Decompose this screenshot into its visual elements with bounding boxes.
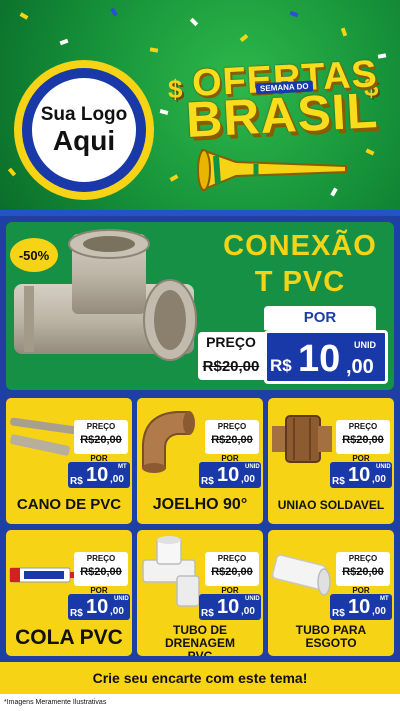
preco-label: PREÇO [348,554,378,563]
preco-label: PREÇO [86,422,116,431]
old-price: R$20,00 [211,566,253,578]
product-name: CANO DE PVC [16,496,122,513]
old-price: R$20,00 [342,434,384,446]
confetti [19,12,29,20]
confetti [239,33,249,43]
old-price: R$20,00 [342,566,384,578]
price-int: 10 [86,464,109,486]
confetti [289,10,299,18]
featured-price-int: 10 [298,338,341,380]
old-price: R$20,00 [80,434,122,446]
preco-label: PREÇO [217,422,247,431]
product-card-cano[interactable]: PREÇO R$20,00 POR R$ 10 ,00 MT CANO DE P… [6,398,132,524]
featured-name-line2: T PVC [254,266,346,298]
cta-banner[interactable]: Crie seu encarte com este tema! [0,662,400,694]
confetti [159,109,169,115]
product-name: TUBO DE DRENAGEM PVC [164,623,235,657]
confetti [365,148,375,156]
header-banner: Sua Logo Aqui $ $ OFERTAS SEMANA DO BRAS… [0,0,400,210]
confetti [377,53,387,59]
currency: R$ [201,608,214,619]
preco-label: PREÇO [217,554,247,563]
featured-unit: UNID [354,340,376,350]
featured-price-cents: ,00 [346,356,374,378]
currency: R$ [332,476,345,487]
product-name: UNIAO SOLDAVEL [277,498,385,512]
logo-text-line2: Aqui [52,125,116,156]
featured-preco-label: PREÇO [206,334,256,350]
confetti [149,47,159,53]
unit: MT [380,596,389,602]
old-price: R$20,00 [211,434,253,446]
footer-note: *Imagens Meramente Ilustrativas [0,694,400,711]
featured-currency: R$ [270,356,292,375]
price-int: 10 [86,596,109,618]
dollar-icon-left: $ [168,74,183,104]
unit: MT [118,464,127,470]
unit: UNID [376,464,391,470]
price-int: 10 [217,464,240,486]
confetti [110,7,118,17]
unit: UNID [114,596,129,602]
logo-circle: Sua Logo Aqui [32,78,136,182]
price-cents: ,00 [372,474,386,485]
confetti [340,27,348,37]
featured-name-line1: CONEXÃO [223,230,377,262]
product-card-cola[interactable]: PREÇO R$20,00 POR R$ 10 ,00 UNID COLA PV… [6,530,132,656]
price-cents: ,00 [372,606,386,617]
product-card-drenagem[interactable]: PREÇO R$20,00 POR R$ 10 ,00 UNID TUBO DE… [137,530,263,656]
title-brasil: BRASIL [184,82,380,148]
logo-placeholder[interactable]: Sua Logo Aqui [14,60,154,200]
logo-text-line1: Sua Logo [40,104,128,125]
flyer-page: Sua Logo Aqui $ $ OFERTAS SEMANA DO BRAS… [0,0,400,711]
product-card-joelho[interactable]: PREÇO R$20,00 POR R$ 10 ,00 UNID JOELHO … [137,398,263,524]
confetti [169,174,179,182]
confetti [59,38,69,46]
currency: R$ [332,608,345,619]
product-card-esgoto[interactable]: PREÇO R$20,00 POR R$ 10 ,00 MT TUBO PARA… [268,530,394,656]
unit: UNID [245,464,260,470]
product-name: TUBO PARA ESGOTO [295,623,367,650]
currency: R$ [70,476,83,487]
product-name: COLA PVC [15,626,123,649]
product-name: JOELHO 90° [152,496,248,513]
price-cents: ,00 [110,474,124,485]
price-cents: ,00 [110,606,124,617]
product-card-uniao[interactable]: PREÇO R$20,00 POR R$ 10 ,00 UNID UNIAO S… [268,398,394,524]
featured-por-label: POR [264,306,376,330]
price-int: 10 [217,596,240,618]
old-price: R$20,00 [80,566,122,578]
unit: UNID [245,596,260,602]
price-int: 10 [348,596,371,618]
preco-label: PREÇO [86,554,116,563]
vuvuzela-icon [197,148,347,192]
confetti [189,17,199,27]
discount-badge: -50% [10,238,58,272]
price-int: 10 [348,464,371,486]
price-cents: ,00 [241,474,255,485]
preco-label: PREÇO [348,422,378,431]
featured-old-price: R$20,00 [202,358,260,375]
currency: R$ [201,476,214,487]
panel-stripe [0,210,400,216]
currency: R$ [70,608,83,619]
price-cents: ,00 [241,606,255,617]
